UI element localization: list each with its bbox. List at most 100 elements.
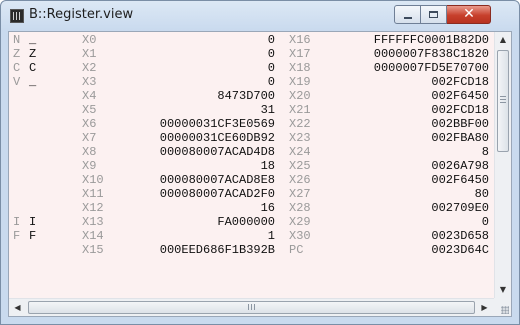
scroll-right-icon[interactable]: ▶ — [476, 299, 493, 316]
register-row[interactable]: X11 000080007ACAD2F0 X27 80 — [9, 187, 494, 201]
register-name: X6 — [82, 117, 97, 131]
register-value[interactable]: 0 — [109, 75, 275, 89]
register-name: X25 — [289, 159, 311, 173]
grip-icon — [500, 96, 506, 103]
register-name: X0 — [82, 33, 97, 47]
title-bar[interactable]: B::Register.view ✕ — [1, 1, 519, 31]
register-name: X11 — [82, 187, 104, 201]
register-value[interactable]: 002FCD18 — [329, 75, 489, 89]
register-value[interactable]: 0000007FD5E70700 — [329, 61, 489, 75]
register-row[interactable]: V _ X3 0 X19 002FCD18 — [9, 75, 494, 89]
register-row[interactable]: Z Z X1 0 X17 0000007F838C1820 — [9, 47, 494, 61]
register-value[interactable]: 00000031CF3E0569 — [109, 117, 275, 131]
register-value[interactable]: 0 — [109, 61, 275, 75]
register-value[interactable]: 002F6450 — [329, 89, 489, 103]
scroll-up-icon[interactable]: ▲ — [495, 32, 511, 48]
register-value[interactable]: 002FBA80 — [329, 131, 489, 145]
register-row[interactable]: X4 8473D700 X20 002F6450 — [9, 89, 494, 103]
register-value[interactable]: 0 — [109, 33, 275, 47]
register-name: X14 — [82, 229, 104, 243]
minimize-button[interactable] — [394, 5, 421, 24]
window-title: B::Register.view — [29, 7, 134, 22]
resize-grip-icon[interactable] — [494, 298, 511, 316]
vertical-scroll-thumb[interactable] — [497, 50, 509, 152]
register-table[interactable]: N _ X0 0 X16 FFFFFFC0001B82D0 Z Z X1 0 X17 0000007F… — [9, 32, 494, 298]
register-value[interactable]: FA000000 — [109, 215, 275, 229]
register-name: X4 — [82, 89, 97, 103]
register-name: X21 — [289, 103, 311, 117]
register-row[interactable]: C C X2 0 X18 0000007FD5E70700 — [9, 61, 494, 75]
maximize-icon — [429, 11, 438, 18]
register-value[interactable]: 000080007ACAD8E8 — [109, 173, 275, 187]
flag-value[interactable]: _ — [29, 75, 36, 89]
register-value[interactable]: 16 — [109, 201, 275, 215]
vertical-scrollbar[interactable]: ▲ ▼ — [494, 32, 511, 298]
register-row[interactable]: X12 16 X28 002709E0 — [9, 201, 494, 215]
register-row[interactable]: F F X14 1 X30 0023D658 — [9, 229, 494, 243]
register-value[interactable]: 80 — [329, 187, 489, 201]
register-name: X30 — [289, 229, 311, 243]
register-value[interactable]: 8 — [329, 145, 489, 159]
register-name: X10 — [82, 173, 104, 187]
register-name: X1 — [82, 47, 97, 61]
flag-value[interactable]: _ — [29, 33, 36, 47]
maximize-button[interactable] — [421, 5, 447, 24]
register-row[interactable]: X10 000080007ACAD8E8 X26 002F6450 — [9, 173, 494, 187]
flag-value[interactable]: Z — [29, 47, 36, 61]
register-name: PC — [289, 243, 304, 257]
horizontal-scroll-thumb[interactable] — [28, 301, 475, 314]
register-value[interactable]: 31 — [109, 103, 275, 117]
register-value[interactable]: 0000007F838C1820 — [329, 47, 489, 61]
register-value[interactable]: FFFFFFC0001B82D0 — [329, 33, 489, 47]
register-name: X20 — [289, 89, 311, 103]
register-value[interactable]: 1 — [109, 229, 275, 243]
scroll-left-icon[interactable]: ◀ — [9, 299, 26, 316]
register-row[interactable]: X9 18 X25 0026A798 — [9, 159, 494, 173]
register-name: X7 — [82, 131, 97, 145]
register-name: X3 — [82, 75, 97, 89]
register-row[interactable]: X8 000080007ACAD4D8 X24 8 — [9, 145, 494, 159]
register-value[interactable]: 00000031CE60DB92 — [109, 131, 275, 145]
flag-value[interactable]: I — [29, 215, 36, 229]
flag-name: C — [13, 61, 21, 75]
register-window-icon — [10, 9, 24, 23]
register-value[interactable]: 18 — [109, 159, 275, 173]
close-button[interactable]: ✕ — [447, 5, 491, 24]
register-name: X2 — [82, 61, 97, 75]
register-row[interactable]: X6 00000031CF3E0569 X22 002BBF00 — [9, 117, 494, 131]
register-value[interactable]: 0 — [329, 215, 489, 229]
register-name: X28 — [289, 201, 311, 215]
register-value[interactable]: 002BBF00 — [329, 117, 489, 131]
register-name: X9 — [82, 159, 97, 173]
flag-value[interactable]: C — [29, 61, 36, 75]
register-value[interactable]: 000080007ACAD2F0 — [109, 187, 275, 201]
register-row[interactable]: N _ X0 0 X16 FFFFFFC0001B82D0 — [9, 33, 494, 47]
close-icon: ✕ — [463, 6, 475, 22]
register-value[interactable]: 000080007ACAD4D8 — [109, 145, 275, 159]
horizontal-scrollbar[interactable]: ◀ ▶ — [9, 298, 494, 316]
register-row[interactable]: X5 31 X21 002FCD18 — [9, 103, 494, 117]
flag-name: F — [13, 229, 21, 243]
register-name: X5 — [82, 103, 97, 117]
register-value[interactable]: 0023D64C — [329, 243, 489, 257]
register-value[interactable]: 002709E0 — [329, 201, 489, 215]
register-name: X12 — [82, 201, 104, 215]
register-value[interactable]: 002FCD18 — [329, 103, 489, 117]
register-value[interactable]: 0023D658 — [329, 229, 489, 243]
register-value[interactable]: 000EED686F1B392B — [109, 243, 275, 257]
register-value[interactable]: 002F6450 — [329, 173, 489, 187]
register-value[interactable]: 0026A798 — [329, 159, 489, 173]
scroll-down-icon[interactable]: ▼ — [495, 282, 511, 298]
flag-name: V — [13, 75, 21, 89]
flag-value[interactable]: F — [29, 229, 36, 243]
register-view-content: N _ X0 0 X16 FFFFFFC0001B82D0 Z Z X1 0 X17 0000007F… — [8, 31, 512, 317]
register-name: X16 — [289, 33, 311, 47]
register-name: X26 — [289, 173, 311, 187]
register-row[interactable]: I I X13 FA000000 X29 0 — [9, 215, 494, 229]
register-value[interactable]: 8473D700 — [109, 89, 275, 103]
register-name: X29 — [289, 215, 311, 229]
flag-name: Z — [13, 47, 21, 61]
register-value[interactable]: 0 — [109, 47, 275, 61]
register-row[interactable]: X15 000EED686F1B392B PC 0023D64C — [9, 243, 494, 257]
register-row[interactable]: X7 00000031CE60DB92 X23 002FBA80 — [9, 131, 494, 145]
